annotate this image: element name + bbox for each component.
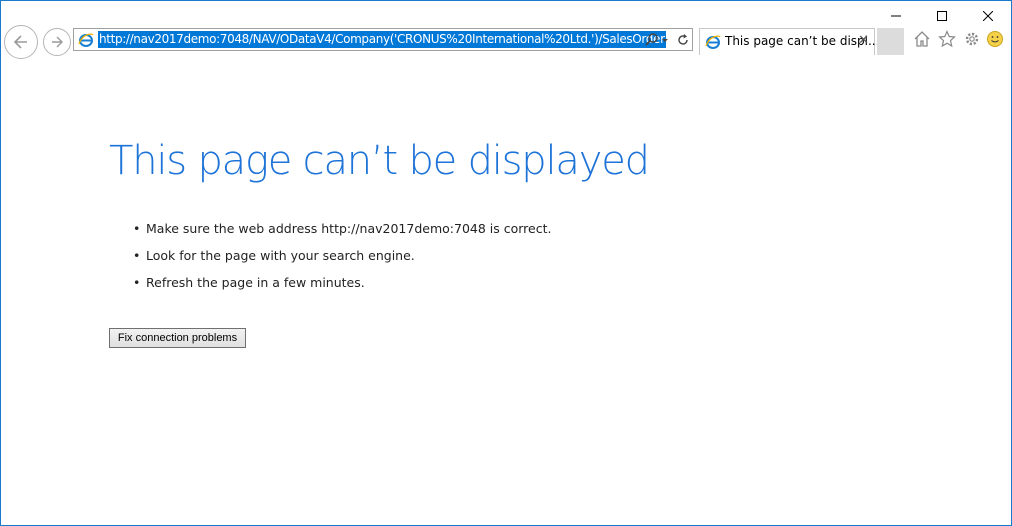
- tab-title: This page can’t be displ...: [725, 34, 880, 48]
- back-button[interactable]: [4, 25, 38, 59]
- address-bar[interactable]: http://nav2017demo:7048/NAV/ODataV4/Comp…: [73, 28, 693, 51]
- fix-connection-problems-button[interactable]: Fix connection problems: [109, 328, 246, 348]
- refresh-icon[interactable]: [675, 32, 691, 48]
- close-icon: [983, 11, 993, 21]
- browser-window: http://nav2017demo:7048/NAV/ODataV4/Comp…: [0, 0, 1012, 526]
- feedback-smiley-icon[interactable]: [986, 30, 1004, 48]
- list-item: • Refresh the page in a few minutes.: [109, 273, 649, 300]
- ie-logo-icon: [78, 33, 94, 47]
- maximize-icon: [937, 11, 947, 21]
- address-url-text[interactable]: http://nav2017demo:7048/NAV/ODataV4/Comp…: [98, 31, 666, 48]
- page-title: This page can’t be displayed: [109, 138, 650, 184]
- minimize-icon: [891, 15, 901, 17]
- browser-toolbar: http://nav2017demo:7048/NAV/ODataV4/Comp…: [1, 23, 1011, 59]
- favorites-star-icon[interactable]: [938, 30, 956, 48]
- tab-current[interactable]: This page can’t be displ... ✕: [699, 28, 879, 55]
- new-tab-button[interactable]: [877, 28, 904, 55]
- bullet-icon: •: [133, 221, 141, 236]
- back-arrow-icon: [13, 35, 27, 49]
- home-icon[interactable]: [913, 30, 931, 48]
- forward-button[interactable]: [43, 28, 71, 56]
- dropdown-icon[interactable]: [660, 32, 670, 48]
- troubleshooting-tips-list: • Make sure the web address http://nav201…: [109, 219, 649, 300]
- list-item: • Make sure the web address http://nav201…: [109, 219, 649, 246]
- tip-text: Refresh the page in a few minutes.: [146, 275, 365, 290]
- tab-close-icon[interactable]: ✕: [858, 34, 869, 48]
- bullet-icon: •: [133, 275, 141, 290]
- bullet-icon: •: [133, 248, 141, 263]
- settings-gear-icon[interactable]: [963, 30, 981, 48]
- tip-text: Look for the page with your search engin…: [146, 248, 415, 263]
- list-item: • Look for the page with your search engi…: [109, 246, 649, 273]
- forward-arrow-icon: [52, 36, 63, 48]
- search-icon[interactable]: [644, 32, 660, 48]
- tip-text: Make sure the web address http://nav2017…: [146, 221, 552, 236]
- tab-ie-logo-icon: [705, 35, 721, 49]
- error-page-content: This page can’t be displayed • Make sure …: [109, 135, 650, 300]
